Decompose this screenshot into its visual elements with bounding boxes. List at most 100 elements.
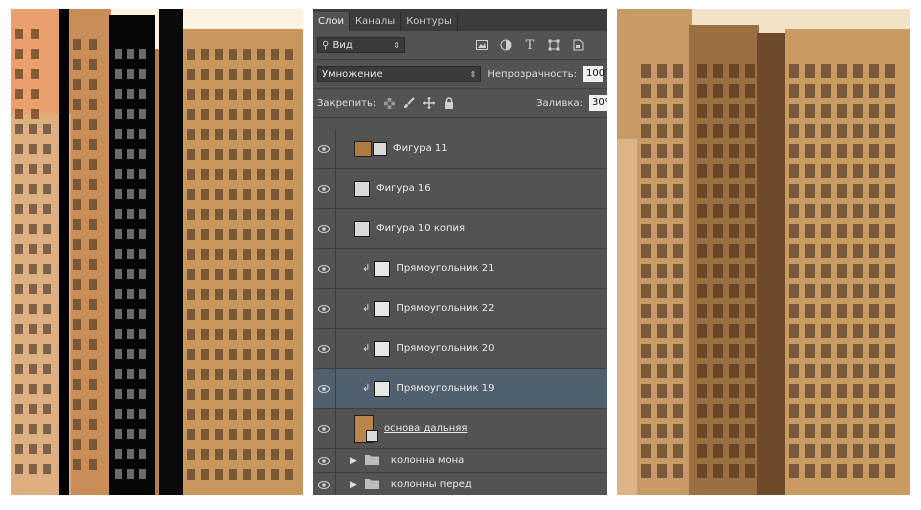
building-window — [729, 384, 739, 398]
layer-filter-select[interactable]: ⚲ Вид ⇕ — [317, 37, 405, 53]
building-window — [271, 229, 279, 240]
building-window — [789, 324, 799, 338]
lock-icon[interactable] — [442, 96, 456, 110]
building-window — [229, 69, 237, 80]
building-window — [641, 104, 651, 118]
building-window — [201, 89, 209, 100]
building-window — [673, 104, 683, 118]
smart-object-filter-icon[interactable] — [571, 38, 585, 52]
building-window — [657, 464, 667, 478]
building-window — [257, 369, 265, 380]
image-filter-icon[interactable] — [475, 38, 489, 52]
building-window — [215, 469, 223, 480]
building-window — [885, 364, 895, 378]
layer-row[interactable]: ↲ Прямоугольник 21 — [313, 249, 607, 289]
shape-filter-icon[interactable] — [547, 38, 561, 52]
building-window — [229, 249, 237, 260]
building-window — [641, 304, 651, 318]
building-window — [837, 324, 847, 338]
lock-transparent-icon[interactable] — [382, 96, 396, 110]
building-window — [257, 249, 265, 260]
building-window — [729, 344, 739, 358]
building-window — [139, 289, 146, 299]
building-window — [243, 389, 251, 400]
building-window — [657, 304, 667, 318]
tab-channels[interactable]: Каналы — [350, 12, 402, 31]
group-row[interactable]: ▶ колонна мона — [313, 449, 607, 473]
building-window — [837, 124, 847, 138]
building-window — [15, 324, 23, 334]
group-row[interactable]: ▶ колонны перед — [313, 473, 607, 495]
visibility-eye-icon[interactable] — [313, 449, 336, 472]
building-window — [805, 224, 815, 238]
building-window — [257, 469, 265, 480]
building-window — [885, 344, 895, 358]
building-window — [271, 389, 279, 400]
building-window — [243, 429, 251, 440]
building-window — [821, 384, 831, 398]
building-window — [805, 444, 815, 458]
building-window — [729, 244, 739, 258]
building-window — [43, 324, 51, 334]
expand-triangle-icon[interactable]: ▶ — [350, 480, 357, 490]
building-window — [271, 329, 279, 340]
building-window — [201, 209, 209, 220]
building-window — [187, 329, 195, 340]
visibility-eye-icon[interactable] — [313, 249, 336, 288]
building-window — [837, 264, 847, 278]
layer-row[interactable]: Фигура 10 копия — [313, 209, 607, 249]
building-window — [869, 324, 879, 338]
building-window — [127, 209, 134, 219]
building-window — [837, 244, 847, 258]
building-window — [697, 264, 707, 278]
tab-layers[interactable]: Слои — [313, 12, 350, 31]
building-window — [115, 369, 122, 379]
vector-mask-icon — [373, 141, 387, 156]
building-window — [115, 249, 122, 259]
building-window — [869, 264, 879, 278]
type-filter-icon[interactable]: T — [523, 38, 537, 53]
visibility-eye-icon[interactable] — [313, 473, 336, 495]
blend-mode-select[interactable]: Умножение ⇕ — [317, 66, 482, 82]
layer-row[interactable]: Фигура 16 — [313, 169, 607, 209]
building-window — [139, 349, 146, 359]
fill-input[interactable]: 30% — [589, 95, 607, 111]
move-icon[interactable] — [422, 96, 436, 110]
building-window — [187, 89, 195, 100]
building-window — [713, 284, 723, 298]
building-window — [673, 464, 683, 478]
layer-row[interactable]: ↲ Прямоугольник 20 — [313, 329, 607, 369]
building-window — [201, 249, 209, 260]
brush-icon[interactable] — [402, 96, 416, 110]
visibility-eye-icon[interactable] — [313, 289, 336, 328]
visibility-eye-icon[interactable] — [313, 209, 336, 248]
visibility-eye-icon[interactable] — [313, 129, 336, 168]
visibility-eye-icon[interactable] — [313, 369, 336, 408]
adjustment-filter-icon[interactable] — [499, 38, 513, 52]
visibility-eye-icon[interactable] — [313, 409, 336, 448]
building-window — [745, 384, 755, 398]
visibility-eye-icon[interactable] — [313, 329, 336, 368]
building-window — [115, 429, 122, 439]
visibility-eye-icon[interactable] — [313, 169, 336, 208]
expand-triangle-icon[interactable]: ▶ — [350, 456, 357, 466]
building-window — [745, 104, 755, 118]
building-window — [229, 389, 237, 400]
building-window — [127, 409, 134, 419]
building-window — [271, 149, 279, 160]
building-window — [697, 464, 707, 478]
building-window — [805, 244, 815, 258]
building-window — [853, 164, 863, 178]
layer-row[interactable]: основа дальняя — [313, 409, 607, 449]
building-window — [89, 119, 97, 130]
building-window — [127, 289, 134, 299]
building-window — [271, 49, 279, 60]
building-window — [43, 464, 51, 474]
layer-row[interactable]: ↲ Прямоугольник 22 — [313, 289, 607, 329]
opacity-input[interactable]: 100 — [583, 66, 605, 82]
tab-paths[interactable]: Контуры — [401, 12, 458, 31]
building-window — [697, 384, 707, 398]
building-window — [869, 124, 879, 138]
layer-row[interactable]: ↲ Прямоугольник 19 — [313, 369, 607, 409]
layer-row[interactable]: Фигура 11 — [313, 129, 607, 169]
